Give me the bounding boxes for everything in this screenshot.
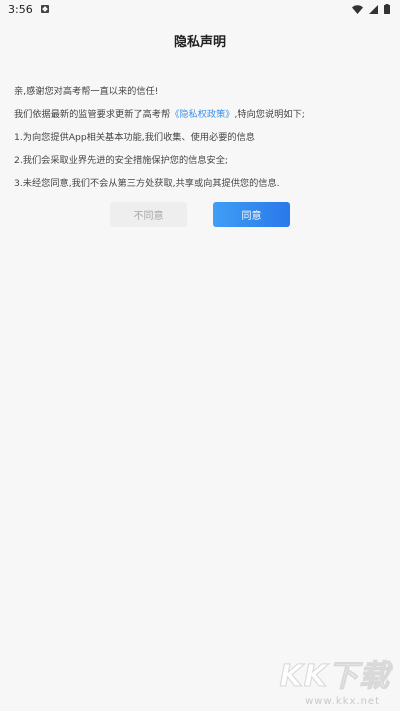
- agree-button[interactable]: 同意: [213, 202, 290, 227]
- status-time: 3:56: [8, 2, 33, 16]
- battery-icon: [384, 4, 390, 14]
- privacy-content: 亲,感谢您对高考帮一直以来的信任! 我们依据最新的监管要求更新了高考帮《隐私权政…: [14, 80, 386, 195]
- greeting-line: 亲,感谢您对高考帮一直以来的信任!: [14, 86, 159, 97]
- watermark-logo: KK下载: [279, 659, 390, 695]
- status-left: 3:56: [8, 3, 49, 16]
- update-line: 我们依据最新的监管要求更新了高考帮《隐私权政策》,特向您说明如下;: [14, 103, 386, 126]
- status-bar: 3:56: [0, 0, 400, 18]
- page-title: 隐私声明: [173, 35, 226, 50]
- wifi-icon: [352, 4, 363, 14]
- update-prefix: 我们依据最新的监管要求更新了高考帮: [14, 109, 171, 120]
- privacy-policy-link[interactable]: 《隐私权政策》: [170, 109, 234, 120]
- policy-item-2: 2.我们会采取业界先进的安全措施保护您的信息安全;: [14, 155, 228, 166]
- signal-icon: [369, 4, 378, 14]
- disagree-button[interactable]: 不同意: [110, 202, 187, 227]
- watermark-url: www.kkx.net: [305, 696, 380, 707]
- button-row: 不同意 同意: [0, 202, 400, 227]
- update-suffix: ,特向您说明如下;: [234, 109, 305, 120]
- watermark: KK下载 www.kkx.net: [274, 651, 394, 708]
- policy-item-1: 1.为向您提供App相关基本功能,我们收集、使用必要的信息: [14, 132, 255, 143]
- status-right: [352, 4, 390, 14]
- notification-icon: [40, 5, 49, 13]
- policy-item-3: 3.未经您同意,我们不会从第三方处获取,共享或向其提供您的信息.: [14, 178, 280, 189]
